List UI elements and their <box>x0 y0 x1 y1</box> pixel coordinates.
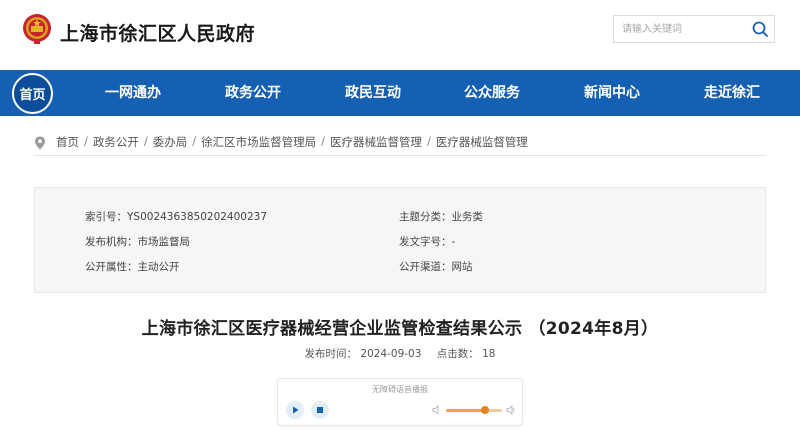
click-count: 点击数： 18 <box>436 348 496 360</box>
search-input[interactable] <box>614 16 748 42</box>
stop-icon[interactable] <box>311 401 329 419</box>
nav-item-xinwenzhongxin[interactable]: 新闻中心 <box>584 70 640 116</box>
audio-player-label: 无障碍语音播报 <box>372 385 428 394</box>
nav-item-yiwangtongban[interactable]: 一网通办 <box>105 70 161 116</box>
meta-channel: 公开渠道：网站 <box>399 261 473 273</box>
breadcrumb-device-supervision-current[interactable]: 医疗器械监督管理 <box>436 134 528 150</box>
breadcrumb-separator: / <box>321 134 325 148</box>
search-icon[interactable] <box>750 19 770 39</box>
volume-down-icon[interactable] <box>432 405 442 415</box>
volume-slider[interactable] <box>446 406 502 414</box>
search-box <box>613 15 775 43</box>
nav-item-gongzhongfuwu[interactable]: 公众服务 <box>464 70 520 116</box>
nav-item-zhengminhudong[interactable]: 政民互动 <box>345 70 401 116</box>
breadcrumb-separator: / <box>192 134 197 148</box>
document-meta-box: 索引号：YS0024363850202400237 主题分类：业务类 发布机构：… <box>34 187 766 293</box>
volume-up-icon[interactable] <box>506 405 516 415</box>
play-icon[interactable] <box>286 401 304 419</box>
breadcrumb: 首页 / 政务公开 / 委办局 / 徐汇区市场监督管理局 / 医疗器械监督管理 … <box>34 134 766 156</box>
volume-slider-knob[interactable] <box>481 406 490 414</box>
nav-item-zoujinxuhui[interactable]: 走近徐汇 <box>704 70 760 116</box>
volume-slider-fill <box>446 409 486 412</box>
site-header: 上海市徐汇区人民政府 <box>0 0 800 70</box>
breadcrumb-separator: / <box>84 134 88 148</box>
meta-doc-no: 发文字号：- <box>399 236 456 248</box>
breadcrumb-separator: / <box>143 134 148 148</box>
breadcrumb-market-bureau[interactable]: 徐汇区市场监督管理局 <box>201 134 316 150</box>
breadcrumb-zhengwugongkai[interactable]: 政务公开 <box>93 134 139 150</box>
national-emblem-icon[interactable] <box>22 13 52 45</box>
meta-category: 主题分类：业务类 <box>399 211 483 223</box>
site-title[interactable]: 上海市徐汇区人民政府 <box>60 19 255 46</box>
nav-item-zhengwugongkai[interactable]: 政务公开 <box>225 70 281 116</box>
meta-index-no: 索引号：YS0024363850202400237 <box>85 211 268 223</box>
nav-home-button[interactable]: 首页 <box>12 73 53 114</box>
location-pin-icon <box>35 136 45 150</box>
main-nav: 首页 一网通办 政务公开 政民互动 公众服务 新闻中心 走近徐汇 <box>0 70 800 116</box>
breadcrumb-weibanju[interactable]: 委办局 <box>153 134 188 150</box>
article-title: 上海市徐汇区医疗器械经营企业监管检查结果公示 （2024年8月） <box>141 319 659 339</box>
audio-player: 无障碍语音播报 <box>277 378 523 426</box>
breadcrumb-home[interactable]: 首页 <box>56 134 79 150</box>
meta-openness: 公开属性：主动公开 <box>85 261 180 273</box>
article-info: 发布时间： 2024-09-03 点击数： 18 <box>0 346 800 361</box>
breadcrumb-separator: / <box>427 134 431 148</box>
publish-time: 发布时间： 2024-09-03 <box>304 348 422 360</box>
breadcrumb-device-supervision[interactable]: 医疗器械监督管理 <box>330 134 422 150</box>
meta-publisher: 发布机构：市场监督局 <box>85 236 190 248</box>
